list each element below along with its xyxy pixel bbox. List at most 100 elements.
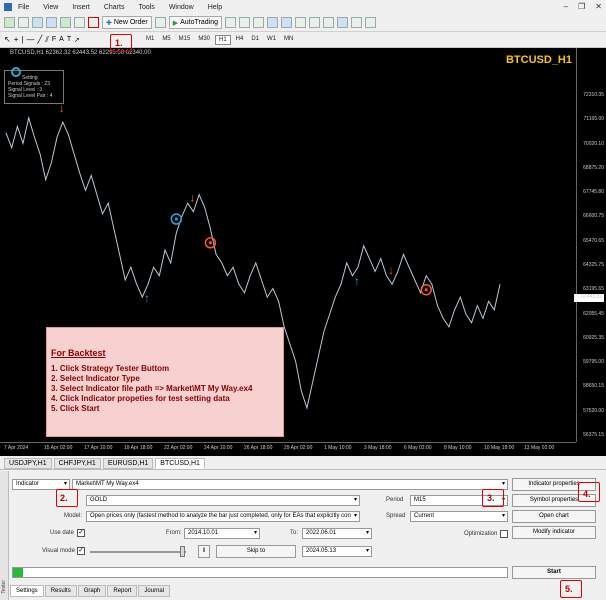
tester-tabs: Settings Results Graph Report Journal <box>10 585 171 597</box>
timeframe-toolbar: ↖ + | — ╱ ⫽ F A T ➚ M1 M5 M15 M30 H1 H4 D1 W1 MN <box>0 32 606 48</box>
chart-tab[interactable]: EURUSD,H1 <box>102 458 154 469</box>
trendline-icon[interactable]: ╱ <box>37 35 42 44</box>
chart-tab[interactable]: USDJPY,H1 <box>4 458 52 469</box>
restore-icon[interactable]: ❐ <box>578 2 585 11</box>
price-tick-label: 70020.10 <box>583 140 604 147</box>
time-tick-label: 17 Apr 10:00 <box>84 445 113 451</box>
chart-shift-icon[interactable] <box>322 17 334 28</box>
tab-results[interactable]: Results <box>44 585 77 597</box>
menu-window[interactable]: Window <box>169 4 194 11</box>
crosshair-icon[interactable]: + <box>14 35 19 44</box>
menu-insert[interactable]: Insert <box>72 4 90 11</box>
pause-button[interactable]: ‖ <box>198 545 210 558</box>
channel-icon[interactable]: ⫽ <box>45 35 49 45</box>
timeframe-h4-button[interactable]: H4 <box>233 35 247 45</box>
market-watch-icon[interactable] <box>32 17 43 28</box>
menu-view[interactable]: View <box>43 4 58 11</box>
horizontal-line-icon[interactable]: — <box>26 35 34 44</box>
price-tick-label: 71165.00 <box>583 116 604 123</box>
fibo-icon[interactable]: F <box>52 36 56 43</box>
close-icon[interactable]: ✕ <box>595 2 602 11</box>
menu-help[interactable]: Help <box>208 4 222 11</box>
current-price-tag: 62443.52 <box>574 294 604 302</box>
tester-side-label: Tester <box>0 471 9 600</box>
strategy-tester-icon[interactable] <box>88 17 99 28</box>
navigator-icon[interactable] <box>60 17 71 28</box>
skip-date-input[interactable]: 2024.05.13 <box>302 546 372 557</box>
minimize-icon[interactable]: – <box>564 2 568 11</box>
timeframe-m5-button[interactable]: M5 <box>159 35 173 45</box>
time-tick-label: 13 May 02:00 <box>524 445 555 451</box>
line-chart-icon[interactable] <box>252 17 264 28</box>
new-order-button[interactable]: ✚ New Order <box>102 16 152 29</box>
data-window-icon[interactable] <box>46 17 57 28</box>
from-date-input[interactable]: 2014.10.01 <box>184 528 260 539</box>
tab-journal[interactable]: Journal <box>138 585 171 597</box>
tile-windows-icon[interactable] <box>294 17 306 28</box>
visual-mode-label: Visual mode <box>42 548 75 554</box>
standard-toolbar: ✚ New Order ▶ AutoTrading <box>0 14 606 32</box>
text-icon[interactable]: A <box>59 36 64 43</box>
zoom-in-icon[interactable] <box>266 17 278 28</box>
vertical-line-icon[interactable]: | <box>21 35 23 44</box>
menu-file[interactable]: File <box>18 4 29 11</box>
cursor-icon[interactable]: ↖ <box>4 35 11 44</box>
indicator-file-select[interactable]: Market\MT My Way.ex4 <box>72 479 508 490</box>
spread-select[interactable]: Current <box>410 511 508 522</box>
timeframe-w1-button[interactable]: W1 <box>264 35 279 45</box>
tab-settings[interactable]: Settings <box>10 585 44 597</box>
open-chart-button[interactable]: Open chart <box>512 510 596 523</box>
profiles-icon[interactable] <box>18 17 29 28</box>
callout-label-3: 3. <box>487 493 495 503</box>
timeframe-d1-button[interactable]: D1 <box>248 35 262 45</box>
label-icon[interactable]: T <box>67 36 71 43</box>
autotrading-button[interactable]: ▶ AutoTrading <box>168 16 222 29</box>
skip-to-button[interactable]: Skip to <box>216 545 296 558</box>
price-tick-label: 67745.80 <box>583 189 604 196</box>
chart-tab-active[interactable]: BTCUSD,H1 <box>155 458 205 469</box>
model-select[interactable]: Open prices only (fastest method to anal… <box>86 511 360 522</box>
optimization-checkbox[interactable] <box>500 530 508 538</box>
start-button[interactable]: Start <box>512 566 596 579</box>
arrows-icon[interactable]: ➚ <box>74 36 80 44</box>
time-tick-label: 1 May 10:00 <box>324 445 352 451</box>
new-chart-icon[interactable] <box>4 17 15 28</box>
autotrading-icon: ▶ <box>172 19 179 27</box>
visual-mode-checkbox[interactable]: ✓ <box>77 547 85 555</box>
tab-graph[interactable]: Graph <box>77 585 107 597</box>
indicators-icon[interactable] <box>336 17 348 28</box>
tab-report[interactable]: Report <box>107 585 138 597</box>
time-tick-label: 29 Apr 02:00 <box>284 445 313 451</box>
price-chart[interactable]: BTCUSD,H1 62362.32 62443.52 62295.50 623… <box>0 48 606 456</box>
autoscroll-icon[interactable] <box>308 17 320 28</box>
strategy-tester-panel: Tester Indicator Market\MT My Way.ex4 In… <box>0 471 606 600</box>
price-tick-label: 62055.45 <box>583 310 604 317</box>
menu-charts[interactable]: Charts <box>104 4 125 11</box>
speed-slider-handle[interactable] <box>180 546 185 557</box>
backtest-note: For Backtest 1. Click Strategy Tester Bu… <box>46 327 284 437</box>
periods-icon[interactable] <box>350 17 362 28</box>
time-axis: 7 Apr 2024 15 Apr 02:00 17 Apr 10:00 19 Apr… <box>0 442 576 456</box>
candlestick-icon[interactable] <box>238 17 250 28</box>
templates-icon[interactable] <box>364 17 376 28</box>
timeframe-h1-button[interactable]: H1 <box>215 34 231 45</box>
timeframe-m15-button[interactable]: M15 <box>176 35 194 45</box>
bar-chart-icon[interactable] <box>224 17 236 28</box>
chart-tabs: USDJPY,H1 CHFJPY,H1 EURUSD,H1 BTCUSD,H1 <box>0 457 606 470</box>
modify-indicator-button[interactable]: Modify indicator <box>512 526 596 539</box>
to-date-input[interactable]: 2022.06.01 <box>302 528 372 539</box>
symbol-select[interactable]: GOLD <box>86 495 360 506</box>
zoom-out-icon[interactable] <box>280 17 292 28</box>
menu-tools[interactable]: Tools <box>138 4 154 11</box>
use-date-checkbox[interactable]: ✓ <box>77 529 85 537</box>
price-tick-label: 72310.35 <box>583 92 604 98</box>
timeframe-mn-button[interactable]: MN <box>281 35 296 45</box>
price-axis: 72310.35 71165.00 70020.10 68875.20 67745.80… <box>574 48 606 442</box>
chart-tab[interactable]: CHFJPY,H1 <box>53 458 101 469</box>
terminal-icon[interactable] <box>74 17 85 28</box>
speed-slider[interactable] <box>90 551 186 553</box>
timeframe-m30-button[interactable]: M30 <box>195 35 213 45</box>
timeframe-m1-button[interactable]: M1 <box>143 35 157 45</box>
metaeditor-icon[interactable] <box>154 17 166 28</box>
callout-label-4: 4. <box>583 489 591 499</box>
